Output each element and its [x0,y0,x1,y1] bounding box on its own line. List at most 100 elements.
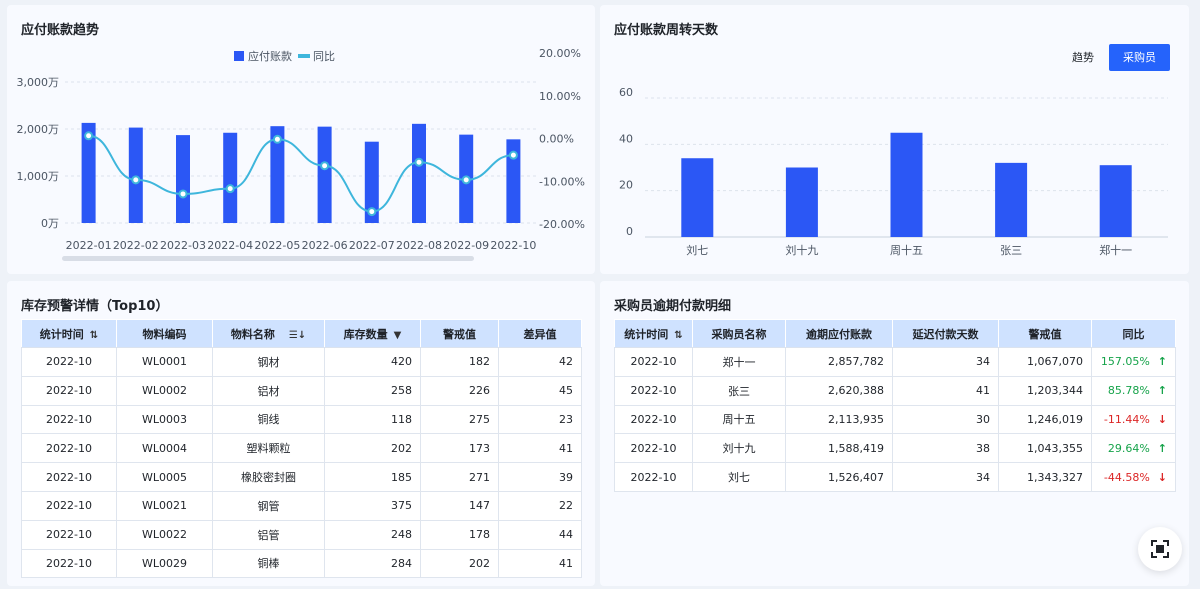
turnover-chart: 0 20 40 60 刘七 刘十九 周十五 张三 郑十一 [619,86,1168,257]
table-row[interactable]: 2022-10 WL0029 铜棒 284 202 41 [21,548,582,579]
table-cell: 85.78% ↑ [1091,375,1176,406]
fullscreen-button[interactable] [1138,527,1182,571]
table-cell: 38 [892,433,999,464]
table-cell: WL0005 [116,462,213,492]
legend-label: 应付账款 [248,49,292,63]
table-cell: 41 [498,433,582,464]
inventory-panel: 库存预警详情（Top10） 统计时间 ⇅ 物料编码 物料名称 ☰↓ 库存数量 ▼ 警戒… [7,281,595,586]
bar-accounts-payable [176,135,190,223]
arrow-up-icon: ↑ [1157,384,1167,398]
bar-accounts-payable [128,127,143,223]
table-cell: 248 [324,519,421,550]
table-cell: 2,857,782 [785,347,893,377]
table-cell: 橡胶密封圈 [212,462,325,492]
x-axis-tick: 2022-08 [396,239,442,252]
x-axis-tick: 郑十一 [1099,243,1132,257]
overdue-header-days[interactable]: 延迟付款天数 [892,319,999,348]
right-axis-tick: 20.00% [539,47,581,60]
table-cell: 185 [324,462,421,492]
sort-icon[interactable]: ⇅ [90,330,98,341]
arrow-up-icon: ↑ [1157,355,1167,369]
table-cell: -11.44% ↓ [1091,404,1176,435]
yoy-value: 157.05% [1100,355,1150,369]
chart-scrollbar[interactable] [62,256,474,261]
table-row[interactable]: 2022-10 刘七 1,526,407 34 1,343,327 -44.58% ↓ [614,462,1176,492]
table-cell: 44 [498,519,582,550]
yoy-value: -44.58% [1103,470,1150,484]
filter-icon[interactable]: ▼ [394,330,402,341]
overdue-header-alert[interactable]: 警戒值 [998,319,1092,348]
line-point [320,161,330,171]
table-cell: 2022-10 [21,347,117,377]
table-cell: 2,620,388 [785,375,893,406]
turnover-panel: 应付账款周转天数 趋势 采购员 0 20 40 60 刘七 刘十九 周十五 张三 郑十一 [600,5,1189,274]
x-axis-tick: 2022-05 [254,239,300,252]
table-cell: 173 [420,433,499,464]
line-point [414,157,424,167]
table-cell: 275 [420,404,499,435]
table-cell: 铜线 [212,404,325,435]
table-row[interactable]: 2022-10 WL0022 铝管 248 178 44 [21,519,582,550]
table-cell: 30 [892,404,999,435]
table-row[interactable]: 2022-10 WL0001 钢材 420 182 42 [21,347,582,377]
line-point [367,207,377,217]
overdue-header-time[interactable]: 统计时间 ⇅ [614,319,693,348]
bar-turnover-days [681,158,714,237]
inventory-table: 统计时间 ⇅ 物料编码 物料名称 ☰↓ 库存数量 ▼ 警戒值 差异值 2022-10 W… [21,319,582,579]
table-row[interactable]: 2022-10 WL0004 塑料颗粒 202 173 41 [21,433,582,464]
x-axis-tick: 2022-09 [443,239,489,252]
sort-icon[interactable]: ⇅ [674,330,682,341]
overdue-header-amount[interactable]: 逾期应付账款 [785,319,893,348]
overdue-header-yoy[interactable]: 同比 [1091,319,1176,348]
table-cell: 1,067,070 [998,347,1092,377]
table-cell: 2022-10 [21,404,117,435]
table-cell: 202 [324,433,421,464]
table-cell: 2022-10 [614,347,693,377]
inventory-header-name[interactable]: 物料名称 ☰↓ [212,319,325,348]
table-cell: 1,246,019 [998,404,1092,435]
inventory-header-time[interactable]: 统计时间 ⇅ [21,319,117,348]
line-point [225,184,235,194]
y-axis-tick: 20 [619,179,633,192]
table-row[interactable]: 2022-10 WL0003 铜线 118 275 23 [21,404,582,435]
trend-chart: 0万 1,000万 2,000万 3,000万 -20.00% -10.00% 0.00% 1… [17,47,585,261]
inventory-header-diff[interactable]: 差异值 [498,319,582,348]
table-cell: 2022-10 [614,433,693,464]
table-cell: 2,113,935 [785,404,893,435]
table-cell: WL0003 [116,404,213,435]
inventory-panel-title: 库存预警详情（Top10） [21,299,169,314]
table-row[interactable]: 2022-10 郑十一 2,857,782 34 1,067,070 157.05% ↑ [614,347,1176,377]
table-cell: 钢管 [212,490,325,521]
arrow-up-icon: ↑ [1157,441,1167,455]
table-row[interactable]: 2022-10 WL0005 橡胶密封圈 185 271 39 [21,462,582,492]
x-axis-tick: 周十五 [890,243,923,257]
overdue-header-buyer[interactable]: 采购员名称 [692,319,786,348]
table-row[interactable]: 2022-10 刘十九 1,588,419 38 1,043,355 29.64% ↑ [614,433,1176,464]
table-row[interactable]: 2022-10 张三 2,620,388 41 1,203,344 85.78% ↑ [614,375,1176,406]
table-cell: 22 [498,490,582,521]
left-axis-tick: 0万 [41,217,59,230]
x-axis-tick: 2022-04 [207,239,253,252]
x-axis-tick: 2022-03 [160,239,206,252]
x-axis-tick: 2022-02 [113,239,159,252]
bar-turnover-days [785,167,818,237]
bar-accounts-payable [223,132,238,223]
table-cell: 375 [324,490,421,521]
table-cell: WL0022 [116,519,213,550]
inventory-header-alert[interactable]: 警戒值 [420,319,499,348]
sort-list-icon[interactable]: ☰↓ [289,330,306,341]
bar-turnover-days [995,162,1028,237]
inventory-header-code[interactable]: 物料编码 [116,319,213,348]
table-cell: 刘七 [692,462,786,492]
table-row[interactable]: 2022-10 WL0002 铝材 258 226 45 [21,375,582,406]
inventory-header-qty[interactable]: 库存数量 ▼ [324,319,421,348]
table-cell: 2022-10 [614,404,693,435]
table-cell: WL0002 [116,375,213,406]
table-cell: 271 [420,462,499,492]
table-row[interactable]: 2022-10 WL0021 钢管 375 147 22 [21,490,582,521]
table-row[interactable]: 2022-10 周十五 2,113,935 30 1,246,019 -11.44% ↓ [614,404,1176,435]
table-cell: WL0029 [116,548,213,579]
bar-turnover-days [1099,165,1132,237]
line-point [272,134,282,144]
table-cell: 34 [892,462,999,492]
